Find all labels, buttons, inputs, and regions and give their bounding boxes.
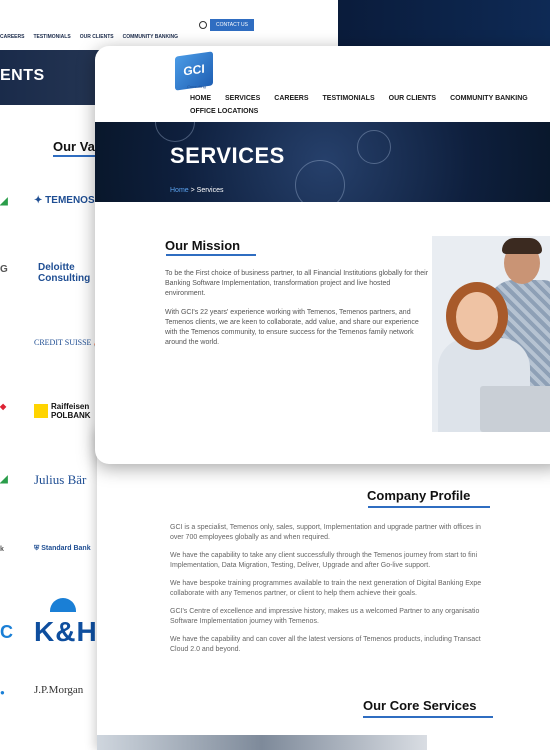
partial-logo-red-icon: ◆	[0, 402, 7, 411]
nav-services[interactable]: SERVICES	[225, 95, 260, 102]
photo-laptop	[480, 386, 550, 432]
nav-community-banking[interactable]: COMMUNITY BANKING	[450, 95, 528, 102]
globe-icon-small	[357, 130, 391, 164]
nav-our-clients[interactable]: OUR CLIENTS	[389, 95, 436, 102]
back-nav-careers[interactable]: CAREERS	[0, 34, 24, 40]
page-title: SERVICES	[170, 143, 285, 168]
company-profile-title: Company Profile	[367, 488, 471, 503]
profile-para-2: We have the capability to take any clien…	[170, 552, 478, 569]
values-title: Our Val	[53, 139, 99, 154]
photo-woman-head	[456, 292, 498, 342]
gci-logo-subtitle: Consulting	[187, 84, 206, 89]
globe-icon	[295, 160, 345, 202]
nav-home[interactable]: HOME	[190, 95, 211, 102]
mission-para-1: To be the First choice of business partn…	[165, 270, 429, 297]
core-services-underline	[363, 716, 493, 718]
values-underline	[53, 155, 95, 157]
nav-careers[interactable]: CAREERS	[274, 95, 308, 102]
company-profile-body: GCI is a specialist, Temenos only, sales…	[170, 523, 550, 663]
photo-man-hair	[502, 238, 542, 254]
profile-para-4: GCI's Centre of excellence and impressiv…	[170, 608, 480, 625]
logo-raiffeisen-polbank: Raiffeisen POLBANK	[34, 402, 91, 420]
partial-logo-k: k	[0, 546, 4, 553]
core-services-title: Our Core Services	[363, 698, 477, 713]
core-services-image-strip	[97, 735, 427, 750]
profile-para-1: GCI is a specialist, Temenos only, sales…	[170, 524, 481, 541]
logo-credit-suisse: CREDIT SUISSE ⛵	[34, 338, 103, 347]
nav-office-locations[interactable]: OFFICE LOCATIONS	[190, 108, 258, 115]
back-banner-title: ENTS	[0, 67, 45, 84]
back-nav-community-banking[interactable]: COMMUNITY BANKING	[123, 34, 178, 40]
temenos-mark-icon: ✦	[34, 195, 46, 206]
search-icon[interactable]	[199, 21, 207, 29]
globe-icon-left	[155, 122, 195, 142]
logo-deloitte: Deloitte Consulting	[38, 262, 91, 284]
contact-us-button[interactable]: CONTACT US	[210, 19, 254, 31]
breadcrumb-home-link[interactable]: Home	[170, 187, 189, 194]
logo-kh: K&H	[34, 616, 98, 647]
team-photo	[432, 236, 550, 432]
back-nav: CAREERS TESTIMONIALS OUR CLIENTS COMMUNI…	[0, 34, 178, 40]
services-banner	[95, 122, 550, 202]
profile-para-5: We have the capability and can cover all…	[170, 636, 481, 653]
logo-jpmorgan: J.P.Morgan	[34, 684, 84, 696]
nav-testimonials[interactable]: TESTIMONIALS	[323, 95, 375, 102]
partial-logo-dot-icon: ●	[0, 688, 5, 697]
partial-logo-green2-icon: ◢	[0, 474, 8, 485]
partial-logo-c: C	[0, 622, 13, 642]
partial-logo-green-icon: ◢	[0, 196, 8, 207]
profile-para-3: We have bespoke training programmes avai…	[170, 580, 482, 597]
back-nav-testimonials[interactable]: TESTIMONIALS	[33, 34, 70, 40]
logo-standard-bank: ⛨ Standard Bank	[34, 545, 91, 552]
breadcrumb-current: > Services	[188, 187, 224, 194]
mission-title: Our Mission	[165, 238, 241, 253]
company-profile-underline	[368, 506, 490, 508]
kh-semicircle-icon	[50, 598, 76, 612]
mission-body: To be the First choice of business partn…	[165, 269, 430, 357]
breadcrumb: Home > Services	[170, 187, 224, 194]
main-nav: HOME SERVICES CAREERS TESTIMONIALS OUR C…	[190, 95, 530, 115]
services-page-screenshot: GCI Consulting HOME SERVICES CAREERS TES…	[95, 46, 550, 464]
back-nav-our-clients[interactable]: OUR CLIENTS	[80, 34, 114, 40]
mission-para-2: With GCI's 22 years' experience working …	[165, 309, 419, 346]
partial-logo-g: G	[0, 264, 8, 275]
background-dark-strip	[330, 0, 550, 52]
logo-julius-baer: Julius Bär	[34, 472, 87, 487]
mission-underline	[166, 254, 256, 256]
logo-temenos: ✦ TEMENOS	[34, 195, 95, 206]
company-profile-page-screenshot: Company Profile GCI is a specialist, Tem…	[97, 430, 550, 750]
raiffeisen-cross-icon	[34, 404, 48, 418]
